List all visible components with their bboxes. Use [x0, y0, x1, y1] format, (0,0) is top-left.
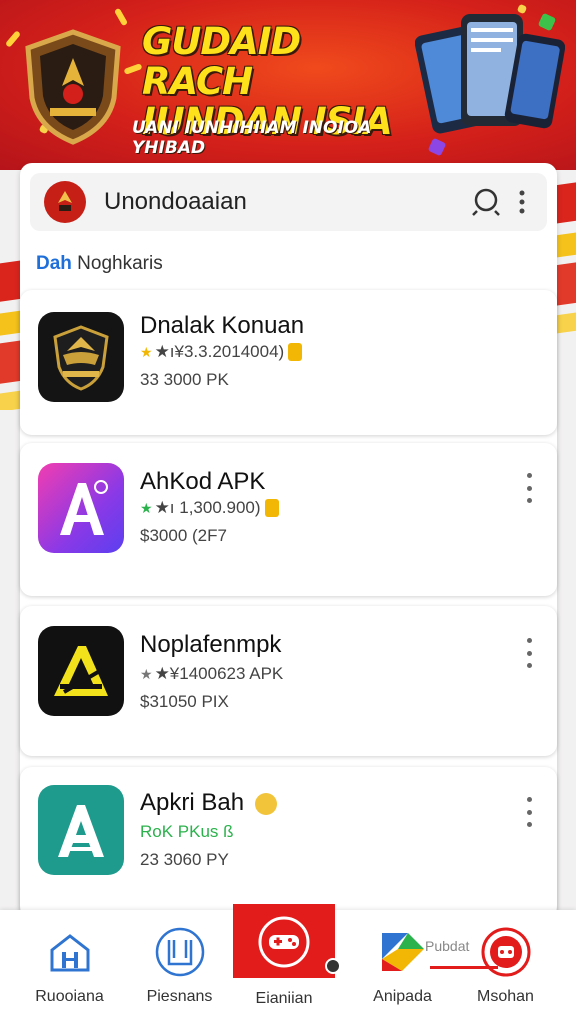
nav-item-games[interactable]: Eianiian: [233, 904, 341, 1007]
app-list-item[interactable]: AhKod APK ★ ★ı 1,300.900) $3000 (2F7: [20, 443, 557, 596]
nav-label: Ruooiana: [35, 988, 104, 1005]
nav-label: Piesnans: [146, 988, 213, 1005]
more-options-icon[interactable]: [519, 473, 539, 503]
search-icon[interactable]: [467, 182, 507, 222]
app-icon-a-yellow[interactable]: [38, 626, 124, 716]
app-list-item[interactable]: Apkri Bah RoK PKus ß 23 3060 PY: [20, 767, 557, 917]
nav-label: Eianiian: [255, 990, 313, 1007]
bottom-navigation: Ruooiana Piesnans Eianiian Anipada Pubda…: [0, 904, 576, 1024]
app-list-item[interactable]: Noplafenmpk ★ ★¥1400623 APK $31050 PIX: [20, 606, 557, 756]
banner-subtitle: UANI IUNHIHIIAM INOIOA YHIBAD: [132, 118, 372, 158]
app-rating: RoK PKus ß: [140, 822, 234, 841]
emoji-icon: [254, 792, 277, 815]
shield-emblem-icon: [25, 29, 121, 145]
star-icon: ★: [140, 499, 153, 516]
nav-item-home[interactable]: Ruooiana: [12, 910, 127, 1024]
badge-icon: [288, 343, 303, 361]
app-size: 33 3000 PK: [140, 370, 229, 389]
eagle-logo-icon: [58, 191, 72, 211]
active-underline: [430, 966, 498, 969]
star-icon: ★: [140, 665, 153, 682]
more-options-icon[interactable]: [519, 797, 539, 827]
badge-icon: [264, 499, 279, 517]
app-rating: ★ ★¥1400623 APK: [140, 664, 284, 683]
notification-badge: [325, 958, 341, 974]
star-icon: ★: [140, 343, 153, 360]
play-store-icon: [375, 924, 431, 980]
avatar[interactable]: [44, 181, 86, 223]
section-title: Dah Noghkaris: [36, 253, 163, 274]
app-size: $3000 (2F7: [140, 526, 227, 545]
phones-illustration-icon: [415, 14, 565, 134]
search-input[interactable]: Unondoaaian: [104, 188, 467, 216]
more-options-icon[interactable]: [507, 182, 537, 222]
nav-item-library[interactable]: Piesnans: [122, 910, 237, 1024]
app-icon-a-teal[interactable]: [38, 785, 124, 875]
profile-icon: [478, 924, 534, 980]
app-list-item[interactable]: Dnalak Konuan ★ ★ı¥3.3.2014004) 33 3000 …: [20, 290, 557, 435]
app-name: Noplafenmpk: [140, 631, 282, 658]
app-icon-garuda[interactable]: [38, 312, 124, 402]
nav-label: Anipada: [373, 988, 432, 1005]
home-icon: [42, 924, 98, 980]
game-controller-icon: [256, 914, 312, 970]
app-name: AhKod APK: [140, 468, 266, 495]
nav-label: Msohan: [477, 988, 534, 1005]
app-rating: ★ ★ı¥3.3.2014004): [140, 342, 303, 362]
app-name: Apkri Bah: [140, 789, 277, 817]
app-rating: ★ ★ı 1,300.900): [140, 498, 279, 518]
search-bar[interactable]: Unondoaaian: [30, 173, 547, 231]
app-icon-a-purple[interactable]: [38, 463, 124, 553]
app-name: Dnalak Konuan: [140, 312, 305, 339]
app-size: $31050 PIX: [140, 692, 229, 711]
app-size: 23 3060 PY: [140, 850, 229, 869]
library-icon: [152, 924, 208, 980]
promo-banner[interactable]: GUDAID RACH IUNDAN ISIA UANI IUNHIHIIAM …: [0, 0, 576, 170]
more-options-icon[interactable]: [519, 638, 539, 668]
